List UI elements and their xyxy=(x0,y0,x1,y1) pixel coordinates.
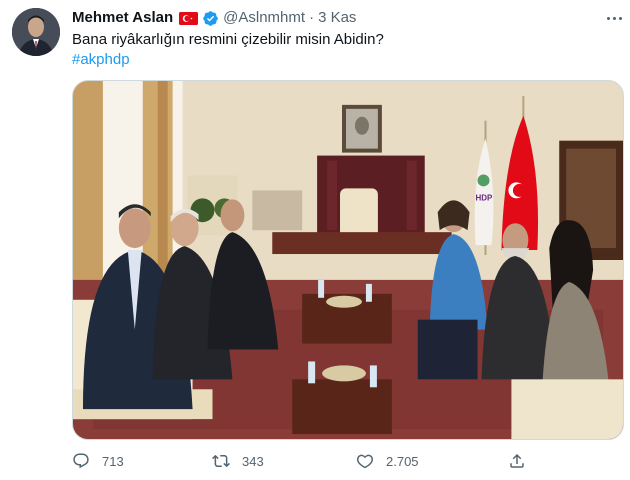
reply-icon xyxy=(73,453,89,469)
photo-flag-label: HDP xyxy=(476,193,494,202)
share-button[interactable] xyxy=(508,450,526,472)
reply-button[interactable]: 713 xyxy=(72,450,124,472)
verified-badge-icon xyxy=(202,10,219,27)
like-button[interactable]: 2.705 xyxy=(356,450,419,472)
tweet-timestamp[interactable]: 3 Kas xyxy=(318,9,356,27)
author-name[interactable]: Mehmet Aslan xyxy=(72,9,173,27)
tweet-photo[interactable]: HDP xyxy=(72,80,624,440)
separator-dot: · xyxy=(309,9,315,26)
turkey-flag-icon xyxy=(179,11,199,25)
share-icon xyxy=(510,453,524,468)
author-handle[interactable]: @Aslnmhmt xyxy=(223,9,305,27)
tweet-actions: 713 343 2.705 xyxy=(72,450,624,472)
tweet[interactable]: Mehmet Aslan @Aslnmhmt · 3 Kas Bana riyâ… xyxy=(0,0,630,480)
tweet-header: Mehmet Aslan @Aslnmhmt · 3 Kas xyxy=(72,9,356,27)
retweet-count: 343 xyxy=(242,453,264,469)
reply-count: 713 xyxy=(102,453,124,469)
tweet-text: Bana riyâkarlığın resmini çizebilir misi… xyxy=(72,31,384,48)
like-count: 2.705 xyxy=(386,453,419,469)
heart-icon xyxy=(356,454,374,469)
retweet-button[interactable]: 343 xyxy=(212,450,264,472)
avatar-image xyxy=(12,8,60,56)
meeting-photo-illustration: HDP xyxy=(73,81,623,439)
avatar[interactable] xyxy=(12,8,60,56)
retweet-icon xyxy=(212,454,230,468)
more-options-icon[interactable] xyxy=(604,9,624,27)
hashtag-link[interactable]: #akphdp xyxy=(72,50,130,70)
